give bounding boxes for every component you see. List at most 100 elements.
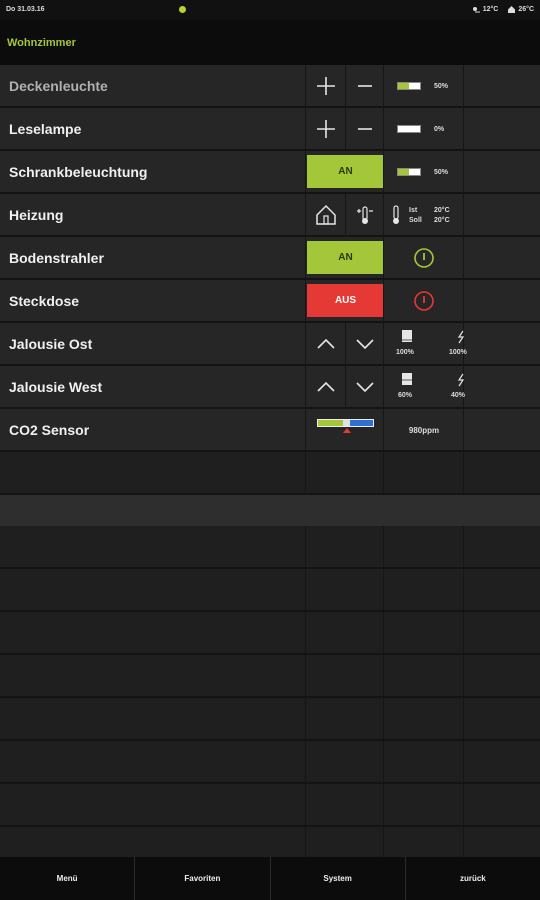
blind-down-button[interactable]: [345, 366, 383, 407]
dimmer-percent: 50%: [434, 169, 449, 176]
device-label: CO2 Sensor: [9, 422, 90, 438]
chevron-down-icon: [355, 381, 374, 392]
brightness-up-button[interactable]: [305, 108, 345, 149]
chevron-up-icon: [316, 381, 335, 392]
empty-row: [0, 698, 540, 741]
dimmer-level: 50%: [383, 65, 463, 106]
device-row-jalousie-ost: Jalousie Ost 100% 100%: [0, 323, 540, 366]
empty-row: [0, 612, 540, 655]
co2-marker: [343, 428, 351, 433]
heating-temperatures: Ist 20°C Soll 20°C: [383, 194, 463, 235]
dimmer-level: 0%: [383, 108, 463, 149]
device-row-deckenleuchte: Deckenleuchte 50%: [0, 65, 540, 108]
blind-icon: [402, 330, 412, 342]
home-mode-icon: [315, 204, 336, 225]
device-row-bodenstrahler: Bodenstrahler AN: [0, 237, 540, 280]
empty-row: [0, 452, 540, 495]
device-label: Steckdose: [9, 293, 80, 309]
minus-icon: [357, 84, 372, 87]
device-row-jalousie-west: Jalousie West 60% 40%: [0, 366, 540, 409]
chevron-down-icon: [355, 338, 374, 349]
device-row-heizung: Heizung Ist 20°C Soll 20°C: [0, 194, 540, 237]
status-off-icon: [413, 290, 434, 311]
co2-value: 980ppm: [408, 426, 440, 435]
device-label: Jalousie West: [9, 379, 103, 395]
dimmer-level: 50%: [383, 151, 463, 192]
page-title: Wohnzimmer: [7, 37, 76, 49]
device-label: Heizung: [9, 207, 64, 223]
device-label: Jalousie Ost: [9, 336, 93, 352]
soll-value: 20°C: [434, 217, 450, 224]
blind-angle-value: 40%: [451, 392, 466, 399]
brightness-down-button[interactable]: [345, 108, 383, 149]
dimmer-bar: [397, 168, 421, 176]
setpoint-button[interactable]: [345, 194, 383, 235]
blind-position: 100%: [383, 323, 463, 364]
outdoor-temp-value: 12°C: [482, 6, 499, 13]
device-row-leselampe: Leselampe 0%: [0, 108, 540, 151]
slat-angle-icon: [457, 330, 465, 344]
blind-angle-value: 100%: [449, 349, 467, 356]
device-list: Deckenleuchte 50% Leselampe 0% Schrankbe…: [0, 65, 540, 870]
blind-position-value: 100%: [396, 349, 414, 356]
heating-mode-button[interactable]: [305, 194, 345, 235]
blind-position: 60%: [383, 366, 463, 407]
ist-label: Ist: [409, 207, 418, 214]
plus-icon: [316, 119, 335, 138]
chevron-up-icon: [316, 338, 335, 349]
nav-favorites-button[interactable]: Favoriten: [134, 857, 269, 900]
weather-icon: [472, 7, 480, 13]
dimmer-bar: [397, 82, 421, 90]
brightness-down-button[interactable]: [345, 65, 383, 106]
blind-angle: 40%: [451, 366, 540, 407]
dimmer-percent: 50%: [434, 83, 449, 90]
plus-icon: [316, 76, 335, 95]
device-label: Deckenleuchte: [9, 78, 108, 94]
blind-down-button[interactable]: [345, 323, 383, 364]
blind-up-button[interactable]: [305, 366, 345, 407]
dimmer-percent: 0%: [434, 126, 445, 133]
toggle-on-button[interactable]: AN: [307, 155, 384, 188]
toggle-on-button[interactable]: AN: [307, 241, 384, 274]
bottom-navigation: Menü Favoriten System zurück: [0, 857, 540, 900]
nav-menu-button[interactable]: Menü: [0, 857, 134, 900]
connection-indicator: [179, 6, 186, 13]
empty-row: [0, 784, 540, 827]
nav-back-button[interactable]: zurück: [404, 857, 540, 900]
device-row-co2-sensor: CO2 Sensor 980ppm: [0, 409, 540, 452]
empty-row: [0, 741, 540, 784]
thermostat-adjust-icon: [356, 205, 373, 224]
empty-row: [0, 569, 540, 612]
blind-up-button[interactable]: [305, 323, 345, 364]
ist-value: 20°C: [434, 207, 450, 214]
room-header: Wohnzimmer: [0, 20, 540, 65]
device-row-schrankbeleuchtung: Schrankbeleuchtung AN 50%: [0, 151, 540, 194]
blind-angle: 100%: [449, 323, 540, 364]
blind-position-value: 60%: [398, 392, 413, 399]
toggle-off-button[interactable]: AUS: [307, 284, 384, 317]
co2-gauge-bar: [317, 419, 374, 427]
status-on-icon: [413, 247, 434, 268]
device-row-steckdose: Steckdose AUS: [0, 280, 540, 323]
status-bar: Do 31.03.16 12°C 26°C: [0, 0, 540, 20]
indoor-temp: 26°C: [508, 6, 534, 13]
empty-row: [0, 655, 540, 698]
device-label: Bodenstrahler: [9, 250, 104, 266]
device-label: Schrankbeleuchtung: [9, 164, 148, 180]
nav-system-button[interactable]: System: [269, 857, 405, 900]
blind-icon: [402, 373, 412, 385]
dimmer-bar: [397, 125, 421, 133]
section-divider: [0, 495, 540, 526]
device-label: Leselampe: [9, 121, 82, 137]
thermometer-icon: [393, 205, 399, 224]
status-temperatures: 12°C 26°C: [472, 6, 534, 13]
indoor-temp-value: 26°C: [518, 6, 534, 13]
minus-icon: [357, 127, 372, 130]
slat-angle-icon: [457, 373, 465, 387]
co2-scale: [305, 409, 383, 450]
empty-row: [0, 526, 540, 569]
status-date: Do 31.03.16: [6, 6, 45, 13]
house-icon: [508, 6, 516, 13]
brightness-up-button[interactable]: [305, 65, 345, 106]
soll-label: Soll: [409, 217, 422, 224]
